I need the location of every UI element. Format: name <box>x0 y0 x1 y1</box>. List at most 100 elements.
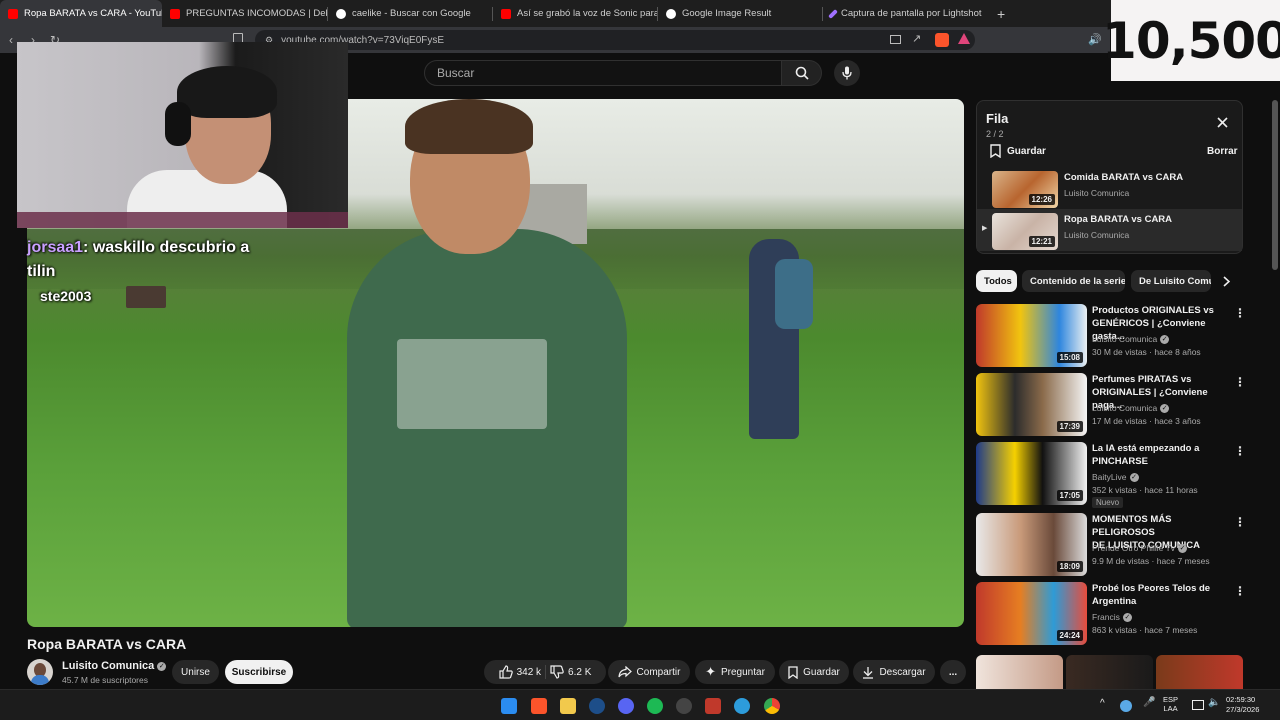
share-button[interactable]: Compartir <box>608 660 690 684</box>
channel-name[interactable]: Luisito Comunica ✓ <box>62 660 167 672</box>
tab-ropa-barata[interactable]: Ropa BARATA vs CARA - YouTub × <box>0 0 162 27</box>
download-button[interactable]: Descargar <box>853 660 935 684</box>
brave-rewards-icon[interactable] <box>958 33 970 44</box>
windows-taskbar: ^ 🎤 ESP LAA 🔈 02:59:30 27/3/2026 <box>0 689 1280 720</box>
queue-clear-button[interactable]: Borrar <box>1207 146 1238 157</box>
video-menu-icon[interactable]: ⋮ <box>1234 306 1246 320</box>
video-menu-icon[interactable]: ⋮ <box>1234 515 1246 529</box>
obs-icon[interactable] <box>676 698 692 714</box>
tab-caelike[interactable]: caelike - Buscar con Google <box>328 0 492 27</box>
video-title: Probé los Peores Telos de Argentina <box>1092 583 1211 607</box>
brave-shields-icon[interactable] <box>935 33 949 47</box>
page-scrollbar[interactable] <box>1272 100 1278 270</box>
new-tab-button[interactable]: + <box>987 6 1015 22</box>
file-explorer-icon[interactable] <box>560 698 576 714</box>
cast-icon[interactable] <box>890 35 901 44</box>
tab-lightshot[interactable]: Captura de pantalla por Lightshot <box>823 0 987 27</box>
voice-search-button[interactable] <box>834 60 860 86</box>
clock-date[interactable]: 27/3/2026 <box>1226 705 1259 714</box>
share-arrow-icon <box>617 666 632 678</box>
audio-icon[interactable]: 🔊 <box>1088 33 1102 46</box>
video-menu-icon[interactable]: ⋮ <box>1234 584 1246 598</box>
network-icon[interactable] <box>1192 700 1204 710</box>
video-menu-icon[interactable]: ⋮ <box>1234 444 1246 458</box>
ask-button[interactable]: ✦ Preguntar <box>695 660 775 684</box>
dislike-icon[interactable] <box>550 665 564 679</box>
search-icon <box>795 66 809 80</box>
verified-icon: ✓ <box>1178 544 1187 554</box>
queue-save-button[interactable]: Guardar <box>990 144 1046 158</box>
tab-sonic-voice[interactable]: Así se grabó la voz de Sonic para Son <box>493 0 657 27</box>
share-icon[interactable]: ↗ <box>912 32 921 45</box>
queue-title: Fila <box>986 111 1009 126</box>
headset-icon <box>165 102 191 146</box>
recommended-video[interactable]: 17:05 La IA está empezando a PINCHARSE Ba… <box>976 442 1246 508</box>
subscribe-button[interactable]: Suscribirse <box>225 660 293 684</box>
recommended-video[interactable]: 18:09 MOMENTOS MÁS PELIGROSOS DE LUISITO … <box>976 513 1246 577</box>
queue-item[interactable]: 12:26 Comida BARATA vs CARA Luisito Comu… <box>977 167 1242 209</box>
video-thumbnail-partial[interactable] <box>1066 655 1153 689</box>
brave-icon[interactable] <box>531 698 547 714</box>
chip-label: De Luisito Comu <box>1139 275 1211 287</box>
onedrive-icon[interactable] <box>1120 700 1132 712</box>
tab-google-image[interactable]: Google Image Result <box>658 0 822 27</box>
recommended-video[interactable]: 17:39 Perfumes PIRATAS vs ORIGINALES | ¿C… <box>976 373 1246 437</box>
youtube-icon <box>170 8 180 19</box>
microphone-tray-icon[interactable]: 🎤 <box>1143 698 1155 708</box>
browser-tab-bar: Ropa BARATA vs CARA - YouTub × PREGUNTAS… <box>0 0 1280 27</box>
video-channel: Francis ✓ <box>1092 612 1132 623</box>
volume-icon[interactable]: 🔈 <box>1208 698 1220 708</box>
ccleaner-icon[interactable] <box>734 698 750 714</box>
video-duration: 15:08 <box>1056 352 1083 363</box>
channel-avatar[interactable] <box>27 659 53 685</box>
like-dislike-group: 342 k 6.2 K <box>484 660 606 684</box>
discord-icon[interactable] <box>618 698 634 714</box>
bing-icon[interactable] <box>589 698 605 714</box>
app-icon[interactable] <box>705 698 721 714</box>
close-icon[interactable] <box>1217 117 1228 128</box>
spotify-icon[interactable] <box>647 698 663 714</box>
video-meta: 352 k vistas · hace 11 horas <box>1092 485 1198 495</box>
chip-all[interactable]: Todos <box>976 270 1017 292</box>
video-hoodie-print <box>397 339 547 429</box>
address-bar[interactable]: ⚙ youtube.com/watch?v=73ViqE0FysE <box>255 30 975 50</box>
subscriber-count: 45.7 M de suscriptores <box>62 675 148 685</box>
more-actions-button[interactable]: ... <box>940 660 966 684</box>
new-badge: Nuevo <box>1092 497 1124 508</box>
ask-label: Preguntar <box>720 666 765 678</box>
tray-chevron-icon[interactable]: ^ <box>1100 699 1105 709</box>
recommended-video[interactable]: 15:08 Productos ORIGINALES vs GENÉRICOS |… <box>976 304 1246 368</box>
recommended-video[interactable]: 24:24 Probé los Peores Telos de Argentina… <box>976 582 1246 646</box>
search-input[interactable]: Buscar <box>424 60 782 86</box>
like-icon[interactable] <box>498 665 513 679</box>
queue-panel: Fila 2 / 2 Guardar Borrar 12:26 Comida B… <box>976 100 1243 254</box>
webcam-bottom-bar <box>17 212 348 228</box>
tab-preguntas-incomodas[interactable]: PREGUNTAS INCOMODAS | DebRyan <box>162 0 327 27</box>
queue-thumbnail: 12:26 <box>992 171 1058 208</box>
chip-label: Todos <box>984 275 1012 287</box>
dislike-count: 6.2 K <box>568 666 592 678</box>
search-button[interactable] <box>782 60 822 86</box>
chrome-icon[interactable] <box>764 698 780 714</box>
view-counter-overlay: 10,500 <box>1102 0 1280 81</box>
video-channel: BaityLive ✓ <box>1092 472 1139 483</box>
start-icon[interactable] <box>501 698 517 714</box>
like-count[interactable]: 342 k <box>517 667 541 678</box>
queue-item-playing[interactable]: ▶ 12:21 Ropa BARATA vs CARA Luisito Comu… <box>977 209 1242 251</box>
video-duration: 17:39 <box>1056 421 1083 432</box>
search-placeholder: Buscar <box>437 66 475 80</box>
save-button[interactable]: Guardar <box>779 660 849 684</box>
chip-series[interactable]: Contenido de la serie <box>1022 270 1125 292</box>
video-thumbnail-partial[interactable] <box>976 655 1063 689</box>
tab-title: Google Image Result <box>682 8 772 19</box>
video-menu-icon[interactable]: ⋮ <box>1234 375 1246 389</box>
video-thumbnail-partial[interactable] <box>1156 655 1243 689</box>
chip-from-channel[interactable]: De Luisito Comu <box>1131 270 1211 292</box>
youtube-icon <box>501 8 511 19</box>
clock-time[interactable]: 02:59:30 <box>1226 695 1255 704</box>
chevron-right-icon[interactable] <box>1222 276 1230 287</box>
language-indicator[interactable]: ESP LAA <box>1163 695 1178 713</box>
join-button[interactable]: Unirse <box>172 660 219 684</box>
like-dislike-divider <box>545 665 547 679</box>
download-icon <box>863 666 874 679</box>
